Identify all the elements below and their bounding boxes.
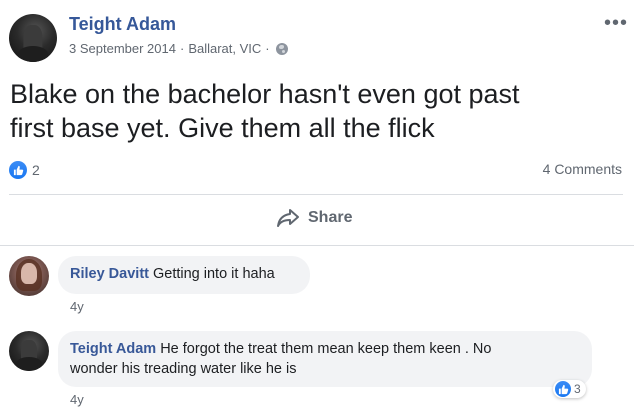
comment-bubble: Teight Adam He forgot the treat them mean… — [58, 331, 592, 387]
comment-text: Getting into it haha — [152, 266, 275, 282]
share-icon — [277, 209, 299, 227]
commenter-avatar[interactable] — [9, 331, 49, 371]
comment-line-1: Teight Adam He forgot the treat them mean… — [70, 339, 580, 359]
post-author-name[interactable]: Teight Adam — [69, 14, 176, 35]
post-text-line-2: first base yet. Give them all the flick — [10, 113, 435, 143]
author-avatar[interactable] — [9, 14, 57, 62]
comment-author[interactable]: Riley Davitt — [70, 266, 149, 282]
post-location[interactable]: Ballarat, VIC — [188, 41, 261, 56]
reaction-count: 3 — [574, 382, 581, 396]
share-label: Share — [308, 209, 353, 226]
like-icon — [555, 381, 571, 397]
comment-author[interactable]: Teight Adam — [70, 341, 156, 357]
post-text-line-1: Blake on the bachelor hasn't even got pa… — [10, 79, 520, 109]
like-count: 2 — [32, 162, 40, 178]
comment-text-line-1: He forgot the treat them mean keep them … — [160, 341, 492, 357]
avatar-shoulders — [16, 357, 42, 371]
meta-separator-2: · — [265, 41, 270, 56]
divider-top — [9, 194, 623, 195]
comment-text-line-2: wonder his treading water like he is — [70, 361, 297, 377]
like-summary[interactable]: 2 — [9, 161, 40, 179]
post-date[interactable]: 3 September 2014 — [69, 41, 176, 56]
globe-icon — [275, 42, 288, 55]
comments-count[interactable]: 4 Comments — [543, 161, 622, 177]
like-icon — [9, 161, 27, 179]
post-text: Blake on the bachelor hasn't even got pa… — [10, 77, 620, 145]
comment-time[interactable]: 4y — [70, 299, 84, 314]
divider-bottom — [0, 245, 634, 246]
comment-reactions[interactable]: 3 — [553, 380, 586, 398]
share-button[interactable]: Share — [276, 208, 352, 228]
meta-separator: · — [179, 41, 185, 56]
comment-bubble: Riley Davitt Getting into it haha — [58, 256, 310, 294]
commenter-avatar[interactable] — [9, 256, 49, 296]
post-meta: 3 September 2014 · Ballarat, VIC · — [69, 41, 288, 56]
avatar-shoulders — [17, 45, 49, 62]
comment-time[interactable]: 4y — [70, 392, 84, 407]
avatar-face — [21, 263, 37, 284]
ellipsis-icon[interactable]: ••• — [604, 13, 628, 33]
